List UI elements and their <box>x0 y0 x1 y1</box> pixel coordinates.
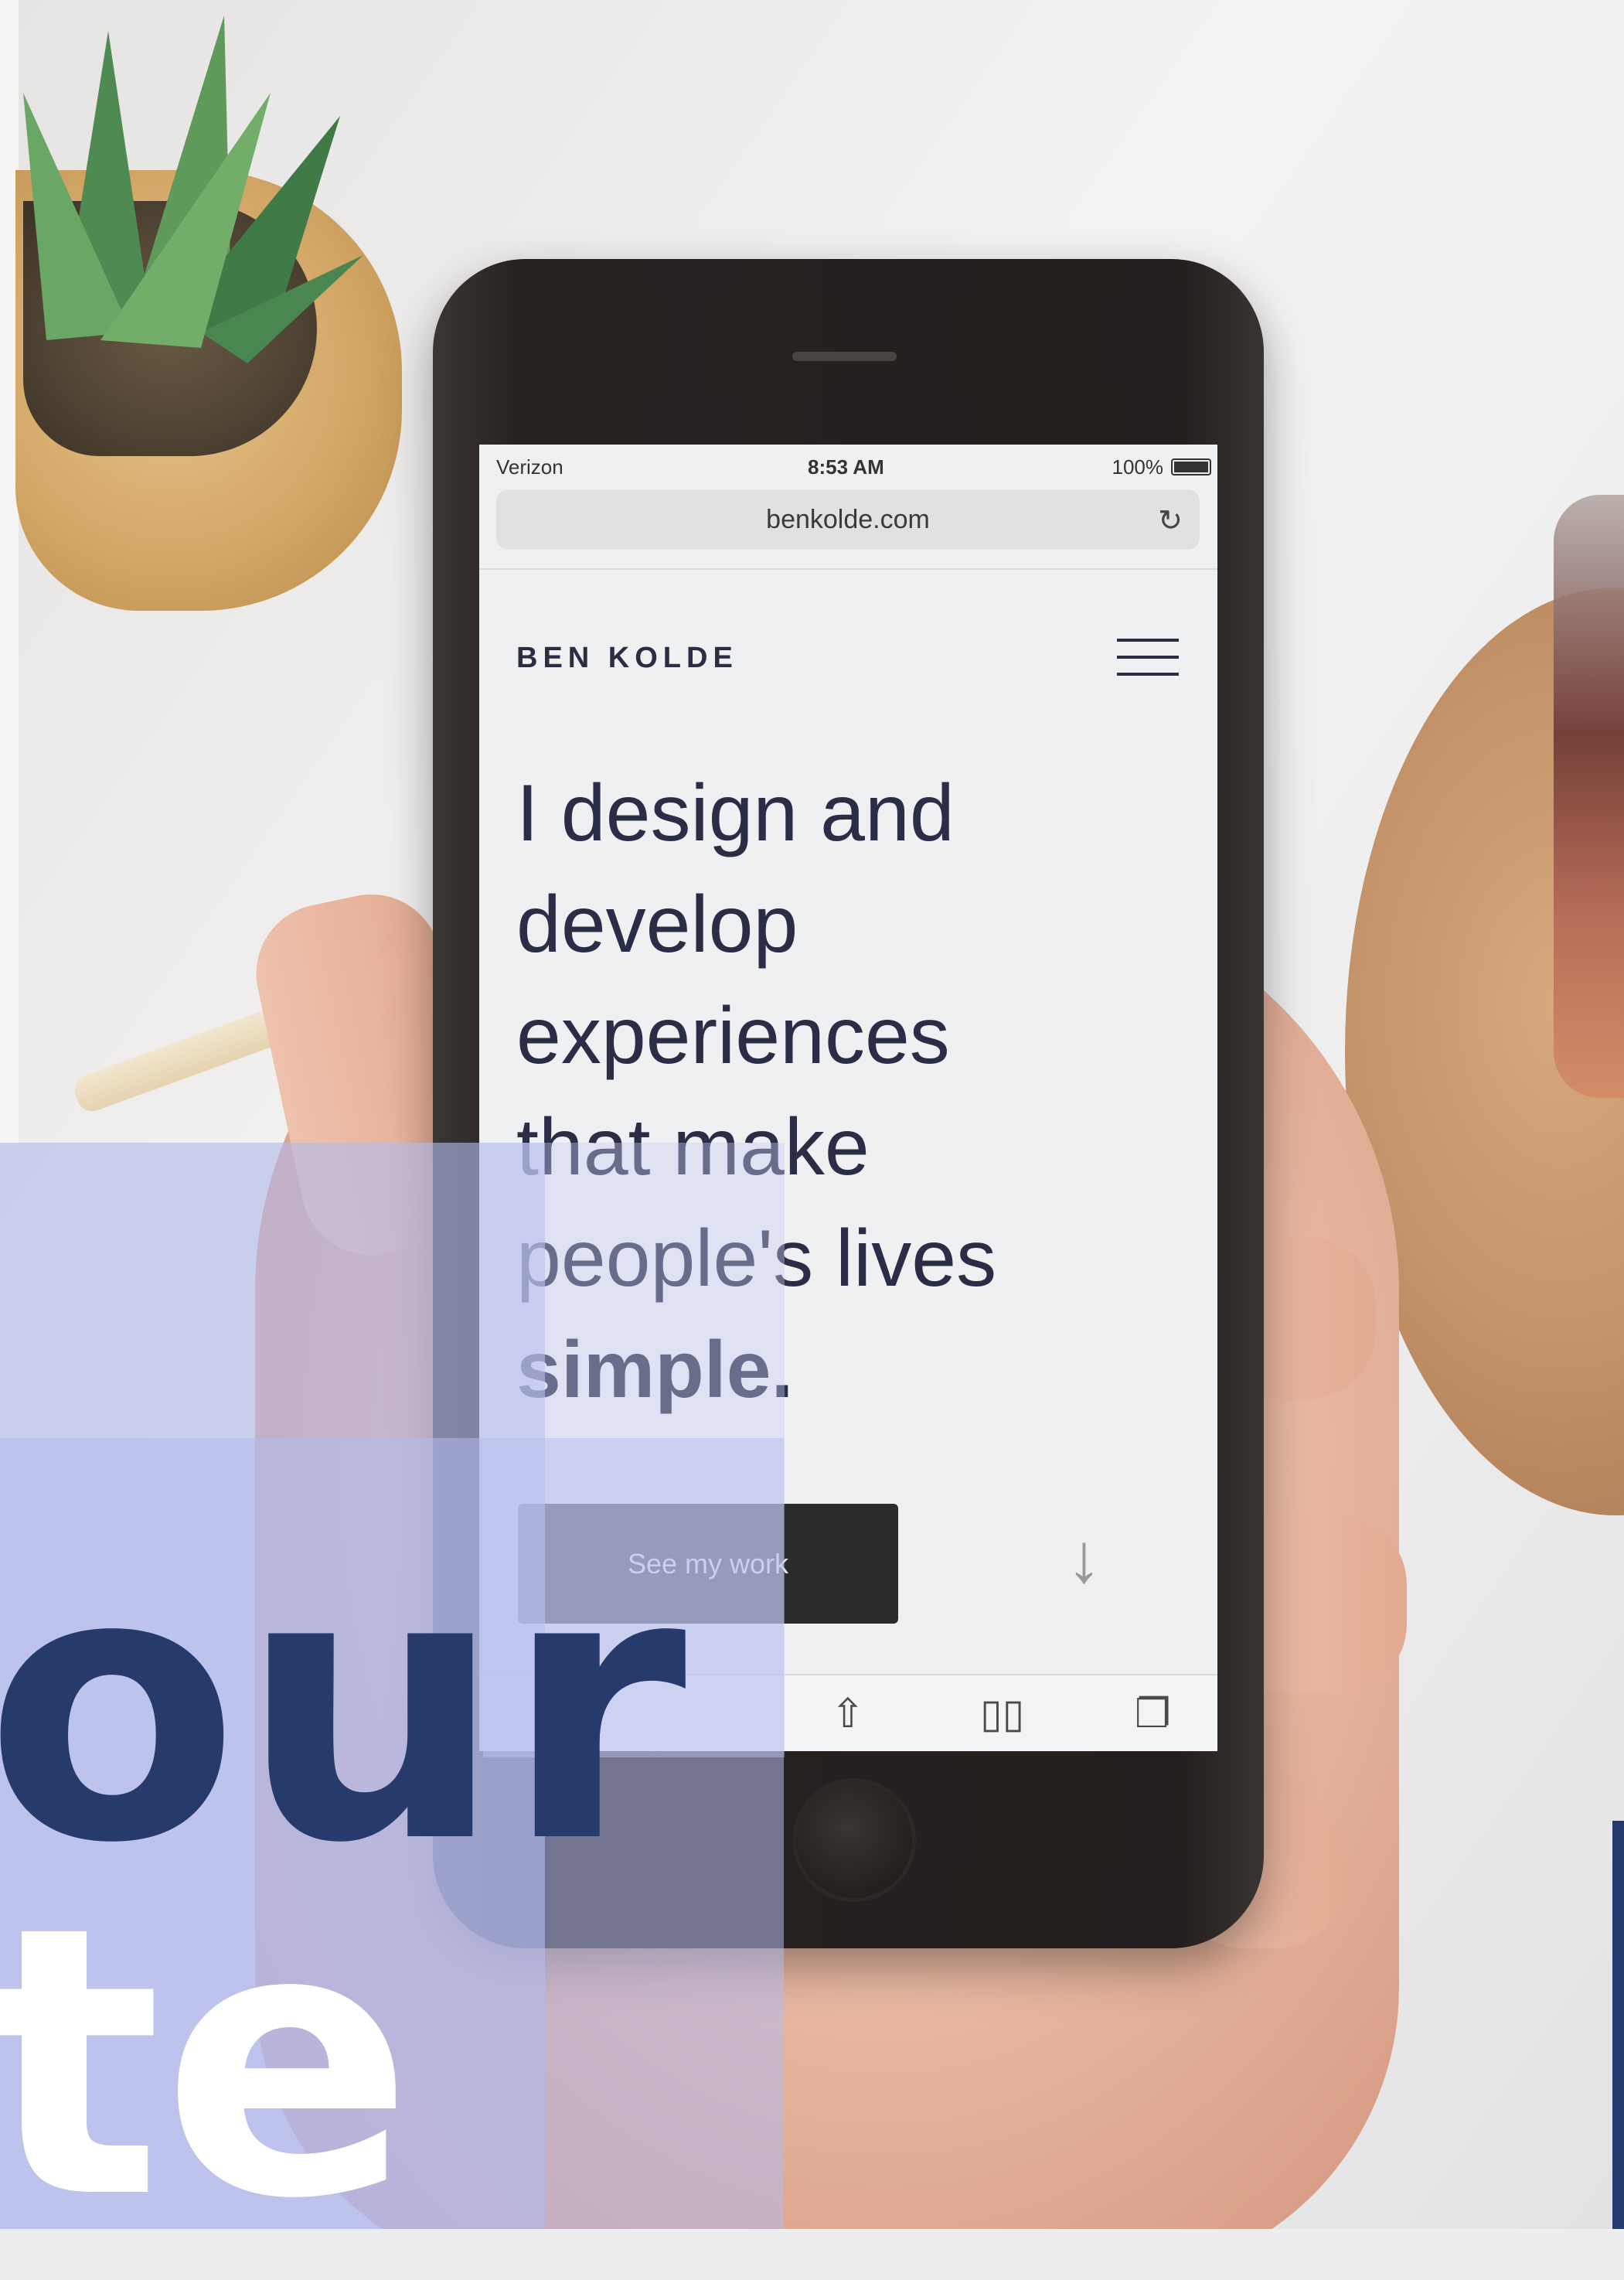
hamburger-menu-icon[interactable] <box>1117 634 1179 680</box>
share-icon[interactable]: ⇧ <box>831 1691 865 1737</box>
hero-line: I design and <box>516 769 955 858</box>
scroll-down-arrow-icon[interactable]: ↓ <box>1067 1519 1101 1599</box>
tabs-icon[interactable]: ❐ <box>1135 1691 1171 1737</box>
battery-percent: 100% <box>1112 455 1164 479</box>
right-edge-bar <box>1612 1821 1624 2229</box>
phone-speaker <box>792 352 897 361</box>
divider <box>479 568 1217 570</box>
clock: 8:53 AM <box>808 455 884 479</box>
overlay-headline: our te <box>0 1492 687 2280</box>
carrier-label: Verizon <box>496 455 563 479</box>
url-text: benkolde.com <box>766 505 930 534</box>
address-bar[interactable]: benkolde.com ↻ <box>496 489 1200 550</box>
reload-icon[interactable]: ↻ <box>1158 503 1183 538</box>
drinking-glass <box>1554 495 1624 1098</box>
site-brand[interactable]: BEN KOLDE <box>516 642 738 675</box>
succulent-plant <box>23 15 363 363</box>
battery-icon <box>1171 458 1211 475</box>
hero-line: experiences <box>516 991 950 1081</box>
hero-line: develop <box>516 880 798 970</box>
bookmarks-icon[interactable]: ▯▯ <box>980 1691 1024 1737</box>
home-button[interactable] <box>792 1778 916 1902</box>
status-bar: Verizon 8:53 AM 100% <box>479 445 1217 487</box>
headline-line-1: our <box>0 1492 687 1924</box>
headline-line-2: te <box>0 1848 414 2280</box>
